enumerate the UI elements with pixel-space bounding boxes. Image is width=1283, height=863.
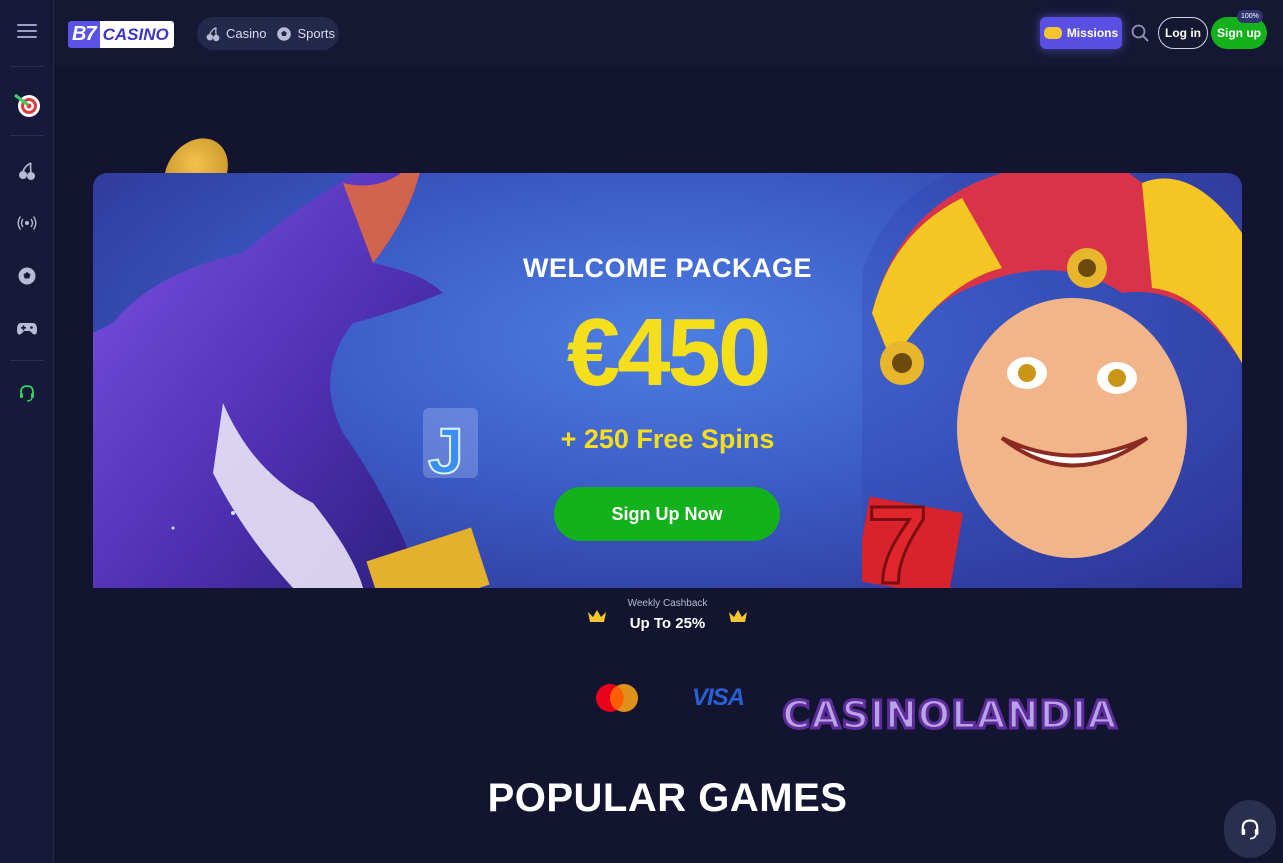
mastercard-logo (596, 684, 638, 712)
missions-button[interactable]: Missions (1040, 17, 1122, 49)
support-chat-button[interactable] (1224, 800, 1276, 858)
gamepad-icon[interactable] (12, 314, 42, 344)
top-bar: B7 CASINO Casino Sports Missions Log in … (54, 0, 1283, 66)
logo-mark: B7 (68, 20, 100, 48)
logo-wordmark: CASINO (99, 20, 174, 48)
divider (10, 66, 44, 67)
divider (10, 360, 44, 361)
svg-text:7: 7 (867, 484, 928, 588)
live-broadcast-icon[interactable] (12, 208, 42, 238)
casinolandia-logo: CASINOLANDIA (781, 692, 1118, 739)
soccer-ball-icon (277, 26, 292, 41)
section-title: POPULAR GAMES (487, 776, 848, 820)
nav-sports-label: Sports (297, 26, 336, 41)
dart-target-icon[interactable] (12, 90, 42, 120)
signup-bonus-badge: 100% (1237, 10, 1263, 23)
nav-sports[interactable]: Sports (276, 26, 335, 42)
soccer-ball-icon[interactable] (12, 261, 42, 291)
visa-logo: VISA (692, 684, 745, 711)
cherry-icon[interactable] (12, 156, 42, 186)
casino-logo[interactable]: B7 CASINO (68, 19, 181, 49)
banner-subtitle: + 250 Free Spins (560, 424, 775, 454)
nav-casino-label: Casino (226, 26, 267, 41)
search-icon[interactable] (1130, 23, 1150, 43)
sidebar (0, 0, 54, 863)
gamepad-icon (1043, 27, 1062, 39)
login-button[interactable]: Log in (1158, 17, 1208, 49)
divider (10, 135, 44, 136)
headset-icon[interactable] (12, 378, 42, 408)
headset-icon (1241, 819, 1259, 840)
crown-icon (729, 610, 747, 622)
nav-casino[interactable]: Casino (205, 26, 266, 42)
main-nav: Casino Sports (197, 17, 339, 50)
welcome-banner[interactable]: J 7 WELCOME PACKAGE €450 + 250 Free Spin… (93, 173, 1242, 588)
weekly-cashback: Weekly Cashback Up To 25% (580, 596, 755, 636)
cherry-icon (206, 26, 220, 41)
banner-title: WELCOME PACKAGE (523, 253, 812, 283)
hamburger-menu-icon[interactable] (17, 24, 37, 40)
banner-amount: €450 (566, 299, 772, 406)
missions-label: Missions (1066, 26, 1119, 40)
sign-up-now-button[interactable]: Sign Up Now (554, 487, 780, 541)
